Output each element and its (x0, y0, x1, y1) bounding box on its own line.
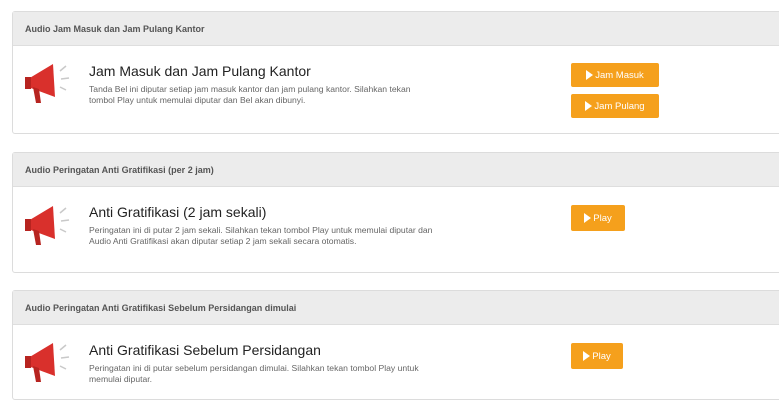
play-icon (586, 70, 594, 80)
section-title: Anti Gratifikasi (2 jam sekali) (89, 204, 267, 220)
jam-pulang-button[interactable]: Jam Pulang (571, 94, 659, 118)
jam-masuk-button[interactable]: Jam Masuk (571, 63, 659, 87)
panel-anti-gratifikasi-persidangan: Audio Peringatan Anti Gratifikasi Sebelu… (12, 290, 779, 400)
button-label: Jam Masuk (595, 69, 644, 81)
button-label: Play (592, 350, 611, 362)
section-description: Peringatan ini di putar sebelum persidan… (89, 363, 419, 384)
section-title: Anti Gratifikasi Sebelum Persidangan (89, 342, 321, 358)
section-title: Jam Masuk dan Jam Pulang Kantor (89, 63, 311, 79)
section-description: Peringatan ini di putar 2 jam sekali. Si… (89, 225, 433, 246)
play-button[interactable]: Play (571, 343, 623, 369)
play-icon (585, 101, 593, 111)
megaphone-icon (25, 206, 70, 245)
panel-anti-gratifikasi: Audio Peringatan Anti Gratifikasi (per 2… (12, 152, 779, 273)
panel-jam-kantor: Audio Jam Masuk dan Jam Pulang Kantor Ja… (12, 11, 779, 134)
play-icon (583, 351, 591, 361)
button-label: Jam Pulang (594, 100, 645, 112)
section-description: Tanda Bel ini diputar setiap jam masuk k… (89, 84, 411, 105)
panel-header: Audio Peringatan Anti Gratifikasi (per 2… (13, 153, 779, 187)
megaphone-icon (25, 343, 70, 382)
panel-header: Audio Jam Masuk dan Jam Pulang Kantor (13, 12, 779, 46)
play-button[interactable]: Play (571, 205, 625, 231)
play-icon (584, 213, 592, 223)
panel-header: Audio Peringatan Anti Gratifikasi Sebelu… (13, 291, 779, 325)
button-label: Play (593, 212, 612, 224)
megaphone-icon (25, 64, 70, 103)
